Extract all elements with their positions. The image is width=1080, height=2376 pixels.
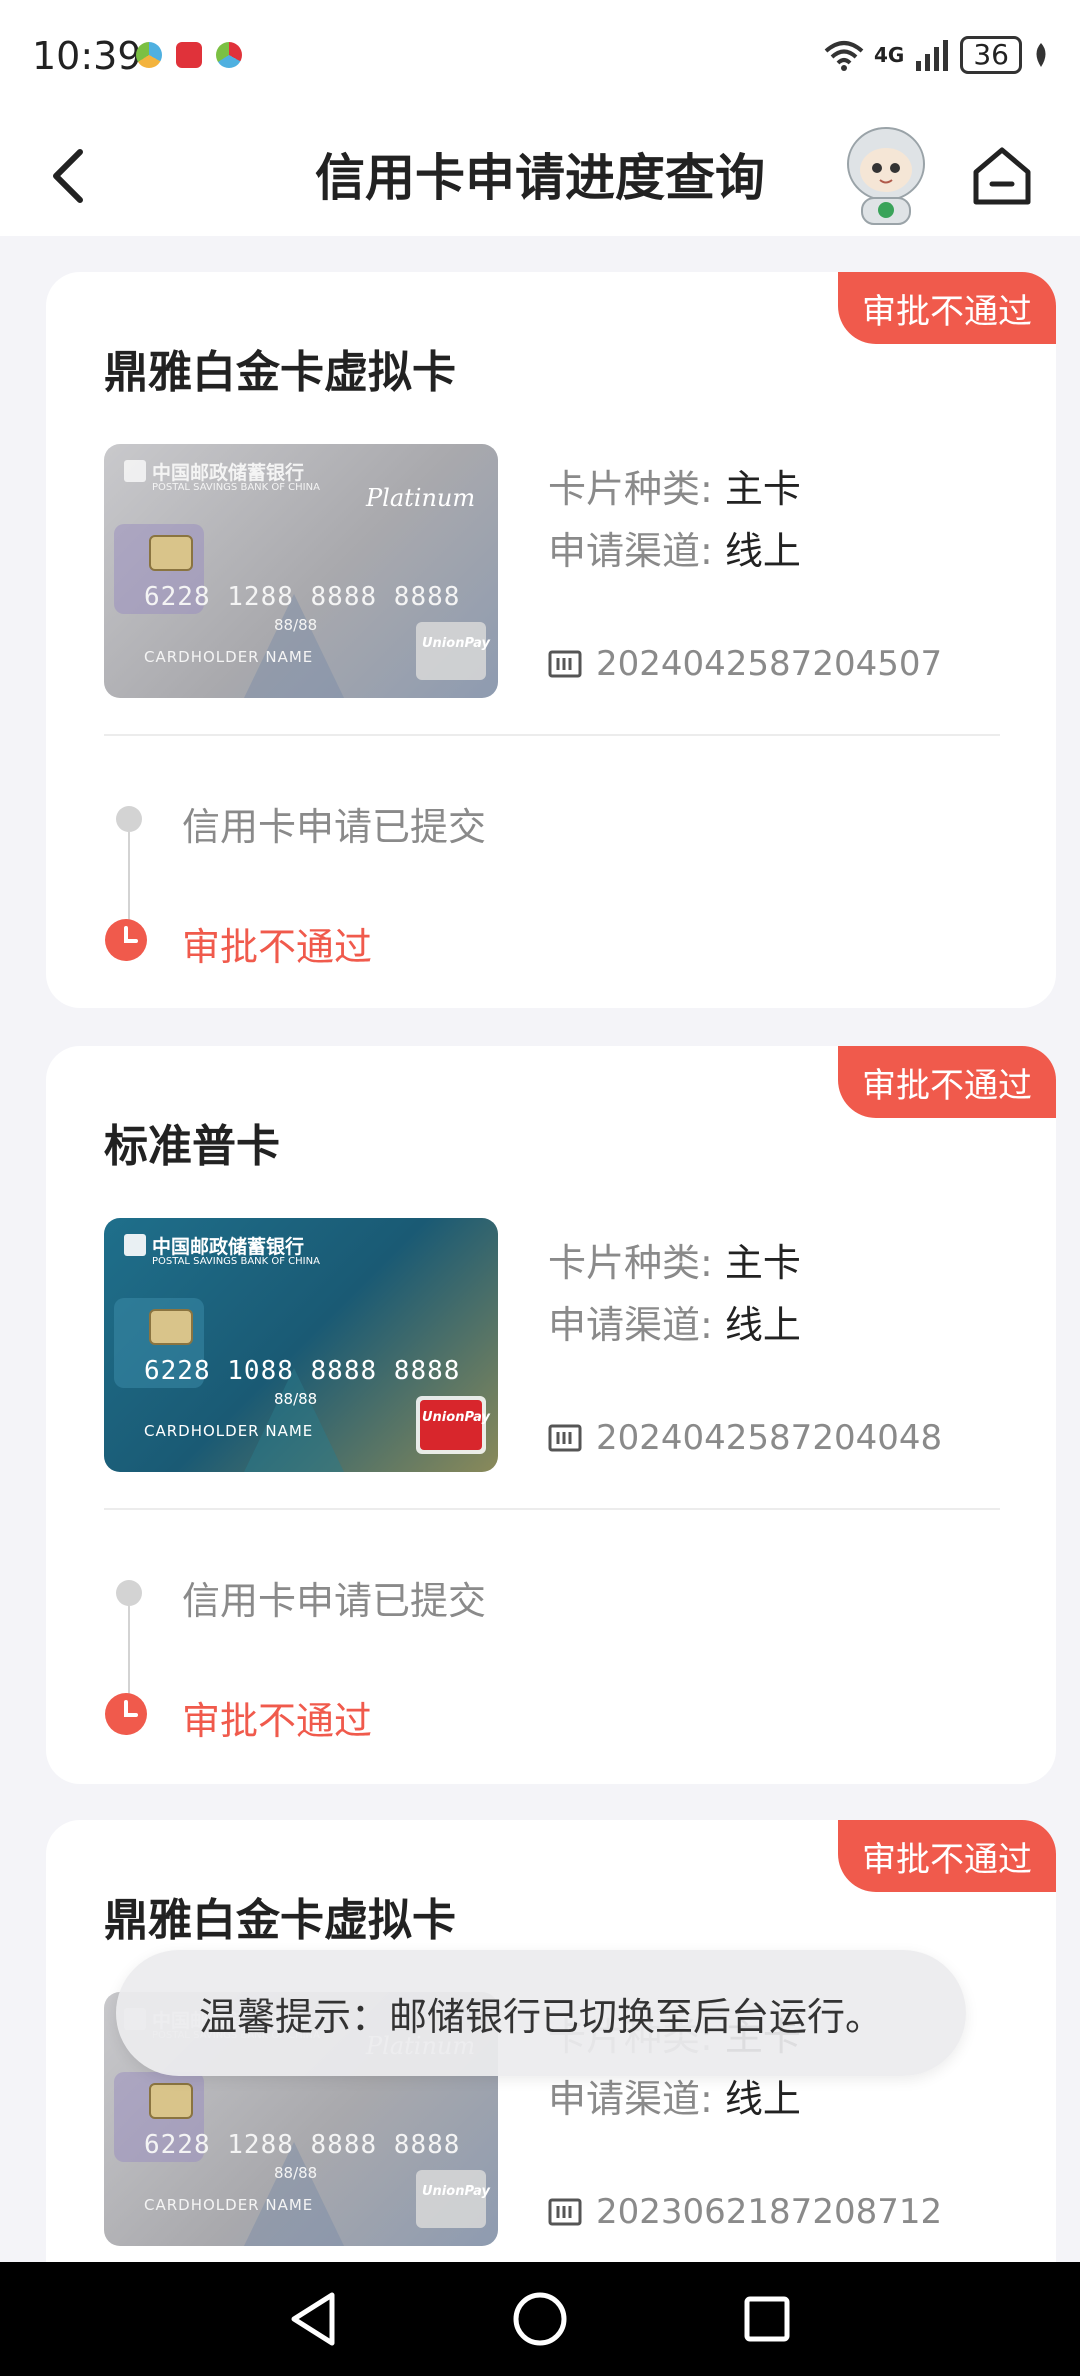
channel-label: 申请渠道: xyxy=(548,1303,713,1347)
leaf-icon xyxy=(1036,43,1046,67)
channel-label: 申请渠道: xyxy=(548,2077,713,2121)
unionpay-logo-icon: UnionPay xyxy=(422,636,490,651)
clock-icon xyxy=(105,1693,147,1735)
channel-label: 申请渠道: xyxy=(548,529,713,573)
step-rejected: 审批不通过 xyxy=(182,1699,373,1743)
status-badge: 审批不通过 xyxy=(838,1046,1056,1118)
card-holder: CARDHOLDER NAME xyxy=(144,1422,314,1440)
step-submitted: 信用卡申请已提交 xyxy=(182,1579,487,1623)
card-valid: 88/88 xyxy=(274,2164,318,2182)
step-rejected: 审批不通过 xyxy=(182,925,373,969)
home-icon xyxy=(973,147,1031,205)
step-dot xyxy=(116,1580,142,1606)
application-number-row: 2024042587204507 xyxy=(548,644,942,684)
app-notification-icon xyxy=(136,42,162,68)
network-type: 4G xyxy=(874,43,905,67)
back-triangle-icon xyxy=(291,2292,335,2346)
application-number: 2024042587204048 xyxy=(596,1418,943,1458)
status-bar: 10:39 4G 36 xyxy=(0,0,1080,118)
battery-level: 36 xyxy=(960,36,1022,74)
step-connector xyxy=(128,1606,130,1696)
application-number-row: 2023062187208712 xyxy=(548,2192,942,2232)
card-product-name: 鼎雅白金卡虚拟卡 xyxy=(104,1895,456,1946)
card-number: 6228 1088 8888 8888 xyxy=(144,1356,461,1386)
step-connector xyxy=(128,832,130,922)
application-number: 2024042587204507 xyxy=(596,644,943,684)
divider xyxy=(104,734,1000,736)
divider xyxy=(104,1508,1000,1510)
nav-recents-button[interactable] xyxy=(737,2289,797,2349)
toast-message: 温馨提示：邮储银行已切换至后台运行。 xyxy=(116,1950,966,2076)
app-header: 信用卡申请进度查询 xyxy=(0,118,1080,236)
signal-icon xyxy=(916,40,949,71)
card-number: 6228 1288 8888 8888 xyxy=(144,2130,461,2160)
channel-value: 线上 xyxy=(724,529,801,573)
credit-card-image: 中国邮政储蓄银行 POSTAL SAVINGS BANK OF CHINA Pl… xyxy=(104,444,498,698)
card-bank-name: 中国邮政储蓄银行 xyxy=(152,1236,305,1258)
card-valid: 88/88 xyxy=(274,1390,318,1408)
application-number-row: 2024042587204048 xyxy=(548,1418,942,1458)
channel-value: 线上 xyxy=(724,2077,801,2121)
robot-mascot-icon[interactable] xyxy=(838,124,934,228)
barcode-icon xyxy=(548,1424,582,1452)
home-button[interactable] xyxy=(966,140,1038,212)
nav-back-button[interactable] xyxy=(283,2289,343,2349)
card-type-value: 主卡 xyxy=(724,467,801,511)
card-holder: CARDHOLDER NAME xyxy=(144,2196,314,2214)
barcode-icon xyxy=(548,650,582,678)
card-bank-name-en: POSTAL SAVINGS BANK OF CHINA xyxy=(152,1256,320,1267)
status-time: 10:39 xyxy=(32,34,142,78)
card-valid: 88/88 xyxy=(274,616,318,634)
app-notification-icon xyxy=(176,42,202,68)
channel-value: 线上 xyxy=(724,1303,801,1347)
card-holder: CARDHOLDER NAME xyxy=(144,648,314,666)
card-type-row: 卡片种类: 主卡 xyxy=(548,1232,801,1287)
app-notification-icon xyxy=(216,42,242,68)
clock-icon xyxy=(105,919,147,961)
card-product-name: 鼎雅白金卡虚拟卡 xyxy=(104,347,456,398)
card-bank-name-en: POSTAL SAVINGS BANK OF CHINA xyxy=(152,482,320,493)
card-subtitle: Platinum xyxy=(366,484,476,512)
card-type-row: 卡片种类: 主卡 xyxy=(548,458,801,513)
home-circle-icon xyxy=(513,2292,567,2346)
credit-card-image: 中国邮政储蓄银行 POSTAL SAVINGS BANK OF CHINA 62… xyxy=(104,1218,498,1472)
status-indicators: 4G 36 xyxy=(824,36,1050,74)
nav-home-button[interactable] xyxy=(510,2289,570,2349)
step-submitted: 信用卡申请已提交 xyxy=(182,805,487,849)
channel-row: 申请渠道: 线上 xyxy=(548,520,801,575)
application-number: 2023062187208712 xyxy=(596,2192,943,2232)
unionpay-logo-icon: UnionPay xyxy=(422,1410,490,1425)
wifi-icon xyxy=(824,41,864,71)
card-number: 6228 1288 8888 8888 xyxy=(144,582,461,612)
channel-row: 申请渠道: 线上 xyxy=(548,2068,801,2123)
channel-row: 申请渠道: 线上 xyxy=(548,1294,801,1349)
system-nav-bar xyxy=(0,2262,1080,2376)
recents-square-icon xyxy=(744,2296,790,2342)
application-card[interactable]: 审批不通过 鼎雅白金卡虚拟卡 中国邮政储蓄银行 POSTAL SAVINGS B… xyxy=(46,272,1056,1008)
status-badge: 审批不通过 xyxy=(838,272,1056,344)
card-bank-name: 中国邮政储蓄银行 xyxy=(152,462,305,484)
card-type-value: 主卡 xyxy=(724,1241,801,1285)
unionpay-logo-icon: UnionPay xyxy=(422,2184,490,2199)
card-type-label: 卡片种类: xyxy=(548,467,713,511)
status-app-icons xyxy=(136,42,242,68)
status-badge: 审批不通过 xyxy=(838,1820,1056,1892)
barcode-icon xyxy=(548,2198,582,2226)
step-dot xyxy=(116,806,142,832)
application-card[interactable]: 审批不通过 标准普卡 中国邮政储蓄银行 POSTAL SAVINGS BANK … xyxy=(46,1046,1056,1784)
card-type-label: 卡片种类: xyxy=(548,1241,713,1285)
card-product-name: 标准普卡 xyxy=(104,1121,280,1172)
